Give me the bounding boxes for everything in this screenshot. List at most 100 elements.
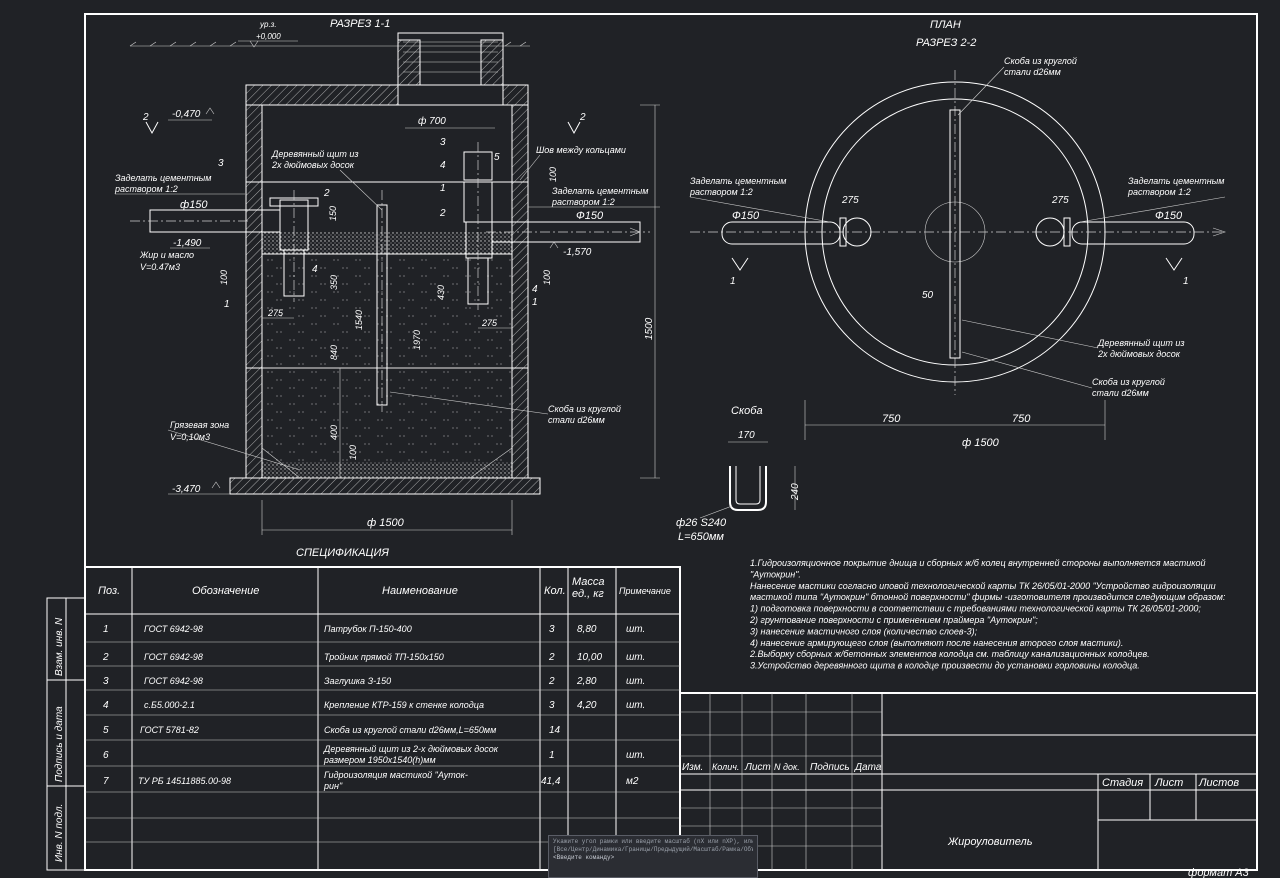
plan-subtitle: РАЗРЕЗ 2-2 bbox=[916, 37, 976, 49]
row-qty: 14 bbox=[549, 725, 561, 736]
section1-left-dim-100: 100 bbox=[219, 270, 229, 285]
note-line: 2) грунтование поверхности с применением… bbox=[749, 615, 1038, 625]
section1-right-label-1: 1 bbox=[440, 183, 446, 194]
row-note: шт. bbox=[626, 652, 645, 663]
bottom-slab bbox=[229, 477, 541, 495]
row-name: Крепление КТР-159 к стенке колодца bbox=[324, 700, 484, 710]
row-note: шт. bbox=[626, 676, 645, 687]
plan-marker-1-right: 1 bbox=[1183, 276, 1189, 287]
section-1-1: РАЗРЕЗ 1-1 ур.з. +0,000 2 -0,470 ф 700 3… bbox=[114, 18, 660, 535]
section1-right-clip-line2: стали d26мм bbox=[548, 415, 605, 425]
stamp-original-inv: Инв. N подл. bbox=[54, 804, 65, 862]
row-qty: 2 bbox=[548, 676, 555, 687]
spec-table: Поз. Обозначение Наименование Кол. Массаед.,… bbox=[84, 566, 681, 871]
plan-wood-shield-line2: 2х дюймовых досок bbox=[1097, 349, 1181, 359]
section1-left-dim-150: 150 bbox=[328, 206, 338, 221]
stamp-signature-date: Подпись и дата bbox=[54, 706, 65, 782]
clip-steel: ф26 S240 bbox=[676, 517, 727, 529]
row-name: Гидроизоляция мастикой "Ауток- bbox=[324, 770, 468, 780]
plan-pipe-right: Ф150 bbox=[1155, 210, 1183, 222]
sheet-format: формат А3 bbox=[1188, 867, 1250, 878]
tb-col-4: Подпись bbox=[810, 762, 850, 773]
plan-cement-left-line1: Заделать цементным bbox=[690, 176, 786, 186]
plan-dim-750-right: 750 bbox=[1012, 413, 1031, 425]
section1-right-dim-275: 275 bbox=[481, 318, 498, 328]
dim-d700: ф 700 bbox=[418, 115, 446, 127]
section1-right-label-5: 5 bbox=[494, 152, 500, 163]
plan-clip-bottom-line2: стали d26мм bbox=[1092, 388, 1149, 398]
section-1-title: РАЗРЕЗ 1-1 bbox=[330, 18, 390, 30]
row-mass: 10,00 bbox=[577, 652, 602, 663]
grease-note: Жир и масло bbox=[139, 250, 194, 260]
plan-clip-top-line2: стали d26мм bbox=[1004, 67, 1061, 77]
cad-drawing-canvas[interactable]: РАЗРЕЗ 1-1 ур.з. +0,000 2 -0,470 ф 700 3… bbox=[0, 0, 1280, 878]
tb-stage: Стадия bbox=[1102, 777, 1143, 789]
section1-left-dim-840: 840 bbox=[329, 345, 339, 360]
section-marker-2-right: 2 bbox=[579, 112, 586, 123]
row-pos: 6 bbox=[103, 750, 109, 761]
tb-col-5: Дата bbox=[854, 762, 882, 773]
clip-dim-170: 170 bbox=[738, 430, 755, 441]
spec-title: СПЕЦИФИКАЦИЯ bbox=[296, 547, 389, 559]
section1-right-pipe-d150: Ф150 bbox=[576, 210, 604, 222]
row-mass: 8,80 bbox=[577, 624, 597, 635]
row-qty: 41,4 bbox=[541, 776, 561, 787]
note-line: 3) нанесение мастичного слоя (количество… bbox=[750, 626, 978, 636]
row-mass: 2,80 bbox=[576, 676, 597, 687]
plan-clip-top-line1: Скоба из круглой bbox=[1004, 56, 1077, 66]
note-line: 2.Выборку сборных ж/бетонных элементов к… bbox=[749, 649, 1150, 659]
section1-left-dim-350: 350 bbox=[329, 275, 339, 290]
well-wall-left bbox=[245, 104, 263, 479]
row-name: Деревянный щит из 2-х дюймовых досок bbox=[323, 744, 499, 754]
stamp-replace-inv: Взам. инв. N bbox=[54, 617, 65, 676]
mark-minus-3470: -3,470 bbox=[172, 484, 201, 495]
well-wall-right bbox=[511, 104, 529, 479]
section1-left-dim-400: 400 bbox=[329, 425, 339, 440]
plan-title: ПЛАН bbox=[930, 19, 961, 31]
command-input[interactable]: <Введите команду> bbox=[553, 854, 753, 862]
row-qty: 1 bbox=[549, 750, 555, 761]
row-code: ГОСТ 6942-98 bbox=[144, 624, 203, 634]
clip-length: L=650мм bbox=[678, 531, 724, 543]
section1-right-cement-line1: Заделать цементным bbox=[552, 186, 648, 196]
note-line: 1) подготовка поверхности в соответствии… bbox=[750, 604, 1201, 614]
clip-dim-240: 240 bbox=[790, 483, 801, 501]
section1-left-label-2: 2 bbox=[323, 188, 330, 199]
row-name-line2: рин" bbox=[323, 781, 343, 791]
side-stamp: Взам. инв. N Подпись и дата Инв. N подл. bbox=[46, 597, 86, 871]
row-note: шт. bbox=[626, 700, 645, 711]
plan-clip-bottom-line1: Скоба из круглой bbox=[1092, 377, 1165, 387]
command-line-panel[interactable]: Укажите угол рамки или введите масштаб (… bbox=[548, 835, 758, 878]
section1-dim-d1500: ф 1500 bbox=[367, 517, 405, 529]
tb-col-0: Изм. bbox=[682, 762, 703, 773]
note-line: "Аутокрин". bbox=[750, 569, 801, 579]
section1-right-label-1b: 1 bbox=[532, 297, 538, 308]
plan-marker-1-left: 1 bbox=[730, 276, 736, 287]
plan-outlet-pipe bbox=[1071, 221, 1195, 245]
section1-left-label-3: 3 bbox=[218, 158, 224, 169]
row-code: ГОСТ 6942-98 bbox=[144, 676, 203, 686]
row-note: шт. bbox=[626, 624, 645, 635]
mud-zone-volume: V=0,10м3 bbox=[170, 432, 210, 442]
command-history-line-1: Укажите угол рамки или введите масштаб (… bbox=[553, 838, 753, 845]
ground-level-value: +0,000 bbox=[256, 32, 281, 41]
tb-sheet: Лист bbox=[1154, 777, 1183, 789]
section1-left-label-1: 1 bbox=[224, 299, 230, 310]
section1-right-cement-line2: раствором 1:2 bbox=[551, 197, 615, 207]
section1-right-dim-1500: 1500 bbox=[644, 317, 655, 340]
row-code: ГОСТ 6942-98 bbox=[144, 652, 203, 662]
row-pos: 5 bbox=[103, 725, 109, 736]
section1-right-clip-line1: Скоба из круглой bbox=[548, 404, 621, 414]
row-pos: 2 bbox=[102, 652, 109, 663]
clip-detail: Скоба 170 240 ф26 S240 L=650мм bbox=[676, 405, 801, 543]
section1-left-dim-275: 275 bbox=[267, 308, 284, 318]
row-qty: 3 bbox=[549, 624, 555, 635]
wood-shield-line1: Деревянный щит из bbox=[271, 149, 359, 159]
hdr-mass: Масса bbox=[572, 576, 605, 588]
section1-left-cement-line2: раствором 1:2 bbox=[114, 184, 178, 194]
hdr-name: Наименование bbox=[382, 585, 458, 597]
tb-object-name: Жироуловитель bbox=[947, 836, 1033, 848]
row-code: ГОСТ 5781-82 bbox=[140, 725, 199, 735]
tb-col-3: N док. bbox=[774, 762, 800, 772]
row-name: Скоба из круглой стали d26мм,L=650мм bbox=[324, 725, 496, 735]
